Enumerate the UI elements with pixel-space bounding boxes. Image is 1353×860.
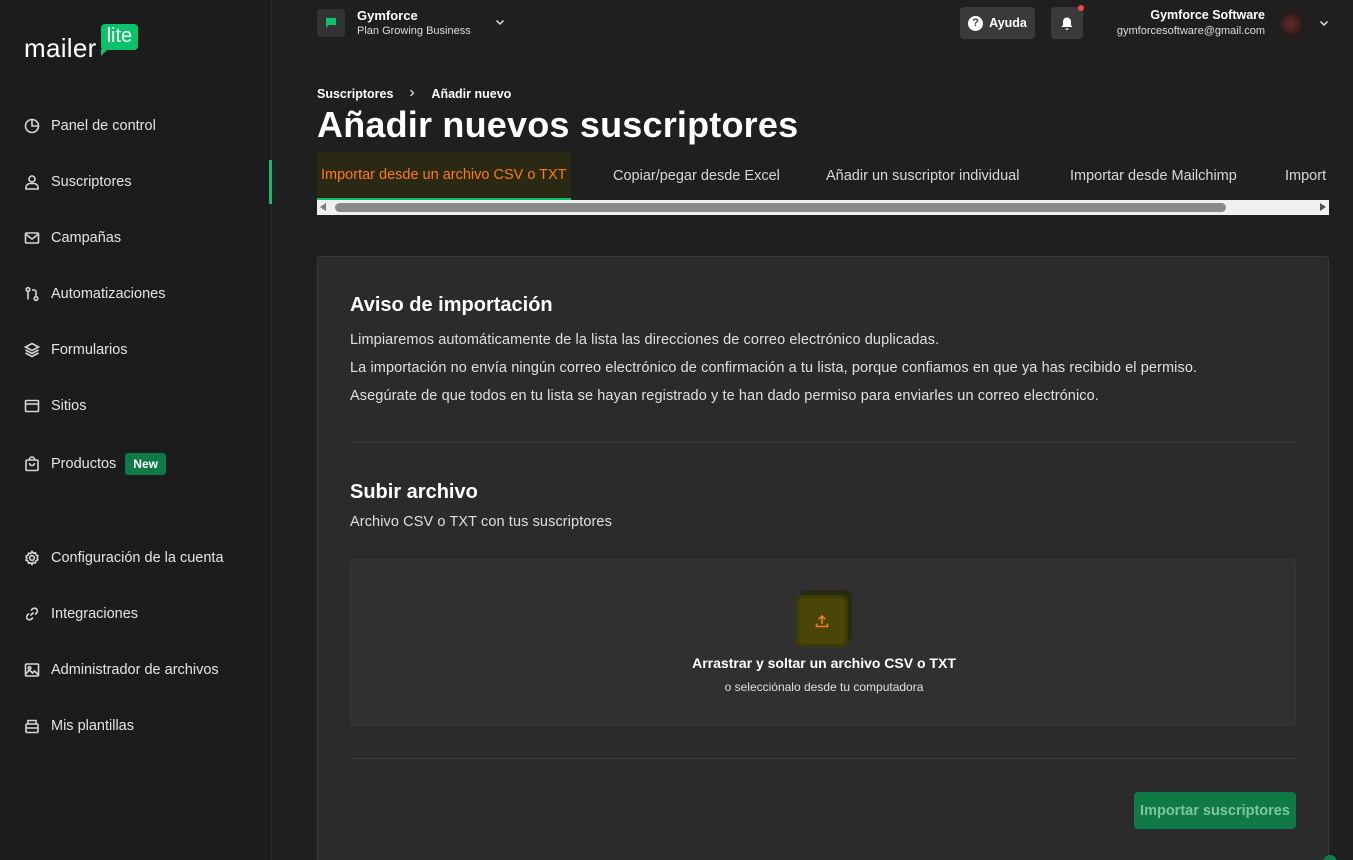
gear-icon bbox=[24, 550, 40, 566]
sidebar-item-suscriptores[interactable]: Suscriptores bbox=[24, 170, 132, 194]
account-email: gymforcesoftware@gmail.com bbox=[1116, 25, 1265, 37]
breadcrumb: Suscriptores Añadir nuevo bbox=[317, 87, 511, 101]
sidebar-item-administrador-de-archivos[interactable]: Administrador de archivos bbox=[24, 658, 219, 682]
sidebar-item-automatizaciones[interactable]: Automatizaciones bbox=[24, 282, 165, 306]
workspace-plan: Plan Growing Business bbox=[357, 25, 471, 37]
sidebar-item-sitios[interactable]: Sitios bbox=[24, 394, 86, 418]
page-title: Añadir nuevos suscriptores bbox=[317, 104, 799, 145]
tab-add-single-subscriber[interactable]: Añadir un suscriptor individual bbox=[826, 152, 1019, 200]
sidebar-item-configuracion[interactable]: Configuración de la cuenta bbox=[24, 546, 224, 570]
dropzone-subtitle: o selecciónalo desde tu computadora bbox=[724, 680, 924, 694]
tabs: Importar desde un archivo CSV o TXT Copi… bbox=[317, 152, 1329, 201]
help-button[interactable]: ? Ayuda bbox=[960, 7, 1035, 39]
notice-title: Aviso de importación bbox=[350, 294, 553, 316]
dashboard-icon bbox=[24, 118, 40, 134]
layers-icon bbox=[24, 342, 40, 358]
import-card: Aviso de importación Limpiaremos automát… bbox=[317, 256, 1329, 860]
sidebar-item-formularios[interactable]: Formularios bbox=[24, 338, 128, 362]
chat-launcher[interactable] bbox=[1323, 855, 1337, 860]
bag-icon bbox=[24, 456, 40, 472]
link-icon bbox=[24, 606, 40, 622]
sidebar: mailer lite Panel de control Suscriptore… bbox=[0, 0, 272, 860]
image-icon bbox=[24, 662, 40, 678]
dropzone-title: Arrastrar y soltar un archivo CSV o TXT bbox=[692, 655, 956, 671]
sidebar-item-campanas[interactable]: Campañas bbox=[24, 226, 121, 250]
upload-title: Subir archivo bbox=[350, 481, 478, 503]
template-icon bbox=[24, 718, 40, 734]
chevron-down-icon[interactable] bbox=[494, 15, 506, 33]
question-icon: ? bbox=[968, 15, 984, 31]
divider bbox=[350, 758, 1296, 759]
notice-line: Limpiaremos automáticamente de la lista … bbox=[350, 332, 940, 348]
tab-import-more[interactable]: Import bbox=[1285, 152, 1326, 200]
mail-icon bbox=[24, 230, 40, 246]
tab-copy-paste-excel[interactable]: Copiar/pegar desde Excel bbox=[613, 152, 780, 200]
sidebar-item-productos[interactable]: Productos New bbox=[24, 452, 166, 476]
upload-subtitle: Archivo CSV o TXT con tus suscriptores bbox=[350, 514, 612, 530]
active-nav-indicator bbox=[269, 160, 272, 204]
new-badge: New bbox=[125, 453, 166, 475]
breadcrumb-parent[interactable]: Suscriptores bbox=[317, 87, 393, 101]
browser-icon bbox=[24, 398, 40, 414]
chevron-right-icon bbox=[407, 87, 417, 101]
sidebar-item-mis-plantillas[interactable]: Mis plantillas bbox=[24, 714, 134, 738]
tab-import-mailchimp[interactable]: Importar desde Mailchimp bbox=[1070, 152, 1237, 200]
notice-line: La importación no envía ningún correo el… bbox=[350, 360, 1198, 376]
breadcrumb-current: Añadir nuevo bbox=[431, 87, 512, 101]
scroll-left-arrow-icon[interactable] bbox=[320, 203, 326, 211]
mailerlite-logo[interactable]: mailer lite bbox=[24, 24, 139, 64]
upload-icon bbox=[796, 590, 852, 647]
import-subscribers-button[interactable]: Importar suscriptores bbox=[1134, 792, 1296, 829]
divider bbox=[350, 442, 1296, 443]
workspace-name[interactable]: Gymforce bbox=[357, 8, 418, 23]
user-icon bbox=[24, 174, 40, 190]
scrollbar-thumb[interactable] bbox=[335, 203, 1226, 212]
file-dropzone[interactable]: Arrastrar y soltar un archivo CSV o TXT … bbox=[350, 559, 1296, 726]
tab-import-csv[interactable]: Importar desde un archivo CSV o TXT bbox=[317, 152, 571, 200]
chevron-down-icon[interactable] bbox=[1318, 16, 1330, 34]
notifications-button[interactable] bbox=[1051, 7, 1083, 39]
sidebar-item-panel-de-control[interactable]: Panel de control bbox=[24, 114, 156, 138]
chat-icon bbox=[326, 18, 336, 28]
bell-icon bbox=[1061, 17, 1073, 30]
automation-icon bbox=[24, 286, 40, 302]
sidebar-item-integraciones[interactable]: Integraciones bbox=[24, 602, 138, 626]
notice-line: Asegúrate de que todos en tu lista se ha… bbox=[350, 388, 1099, 404]
notification-dot bbox=[1078, 5, 1084, 11]
workspace-icon[interactable] bbox=[317, 9, 345, 37]
scroll-right-arrow-icon[interactable] bbox=[1320, 203, 1326, 211]
avatar[interactable] bbox=[1279, 12, 1303, 36]
tabs-scrollbar[interactable] bbox=[317, 200, 1329, 215]
account-name[interactable]: Gymforce Software bbox=[1150, 8, 1265, 22]
